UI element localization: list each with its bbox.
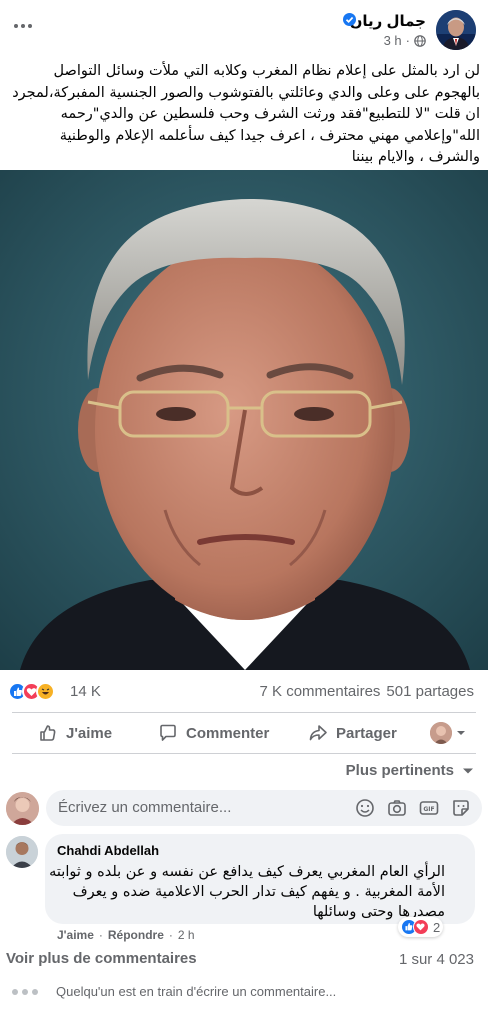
- shares-count[interactable]: 501 partages: [386, 683, 474, 700]
- comment-sort-dropdown[interactable]: Plus pertinents: [346, 762, 474, 779]
- post-text: لن ارد بالمثل على إعلام نظام المغرب وكلا…: [12, 63, 480, 165]
- divider: [12, 753, 476, 754]
- comment-bubble-icon: [160, 724, 176, 741]
- globe-icon: [414, 34, 426, 47]
- comment-as-selector[interactable]: [430, 722, 466, 744]
- author-avatar[interactable]: [436, 10, 476, 50]
- typing-indicator: Quelqu'un est en train d'écrire un comme…: [12, 984, 336, 999]
- comment-like-link[interactable]: J'aime: [57, 928, 94, 942]
- meta-separator: ·: [98, 928, 103, 942]
- comment-pager: 1 sur 4 023: [398, 951, 474, 968]
- gif-icon[interactable]: GIF: [418, 797, 440, 819]
- current-user-avatar: [430, 722, 452, 744]
- dot-icon: [28, 24, 32, 28]
- comment-button-label: Commenter: [186, 724, 270, 742]
- more-options-button[interactable]: [8, 14, 38, 38]
- post-photo[interactable]: [0, 170, 488, 670]
- view-more-comments-link[interactable]: Voir plus de commentaires: [6, 950, 197, 967]
- commenter-name[interactable]: Chahdi Abdellah: [57, 843, 159, 858]
- verified-badge-icon: [343, 13, 356, 26]
- comment-time[interactable]: 2 h: [178, 928, 195, 942]
- comment-reactions[interactable]: 2: [398, 917, 444, 937]
- love-reaction-icon: [413, 919, 429, 935]
- post-time[interactable]: 3 h: [384, 33, 402, 48]
- share-arrow-icon: [309, 725, 327, 741]
- svg-text:GIF: GIF: [423, 806, 434, 813]
- meta-separator: ·: [405, 33, 410, 48]
- comment-input-placeholder: Écrivez un commentaire...: [58, 799, 232, 816]
- emoji-icon[interactable]: [354, 797, 376, 819]
- comment-composer: Écrivez un commentaire... GIF: [6, 790, 482, 828]
- dot-icon: [21, 24, 25, 28]
- comment-reaction-count: 2: [433, 919, 441, 935]
- comment-text: الرأي العام المغربي يعرف كيف يدافع عن نف…: [49, 864, 445, 920]
- comment-share-counts: 7 K commentaires 501 partages: [260, 683, 474, 700]
- comment-meta: J'aime · Répondre · 2 h: [57, 928, 195, 942]
- thumb-up-icon: [40, 725, 56, 741]
- post-header: جمال ريان 3 h ·: [0, 0, 488, 56]
- comment-button[interactable]: Commenter: [158, 719, 269, 747]
- typing-text: Quelqu'un est en train d'écrire un comme…: [56, 984, 337, 999]
- reactions-bar: 14 K 7 K commentaires 501 partages: [0, 670, 488, 712]
- comments-count[interactable]: 7 K commentaires: [260, 683, 381, 700]
- typing-dots-icon: [12, 988, 38, 995]
- reaction-icons[interactable]: [8, 682, 55, 701]
- post-meta: 3 h ·: [384, 33, 426, 48]
- sticker-icon[interactable]: [450, 797, 472, 819]
- composer-tools: GIF: [354, 797, 472, 819]
- reaction-count[interactable]: 14 K: [70, 683, 101, 700]
- haha-reaction-icon: [36, 682, 55, 701]
- commenter-avatar[interactable]: [6, 836, 38, 868]
- comment-reply-link[interactable]: Répondre: [108, 928, 164, 942]
- caret-down-icon: [463, 768, 473, 773]
- like-button-label: J'aime: [66, 724, 113, 742]
- share-button[interactable]: Partager: [308, 719, 397, 747]
- author-name[interactable]: جمال ريان: [350, 12, 426, 30]
- comment-bubble: Chahdi Abdellah الرأي العام المغربي يعرف…: [45, 834, 475, 924]
- post-actions: J'aime Commenter Partager: [0, 713, 488, 753]
- dot-icon: [14, 24, 18, 28]
- caret-down-icon: [457, 731, 465, 735]
- meta-separator: ·: [168, 928, 173, 942]
- camera-icon[interactable]: [386, 797, 408, 819]
- share-button-label: Partager: [336, 724, 397, 742]
- like-button[interactable]: J'aime: [38, 719, 112, 747]
- comment-input[interactable]: Écrivez un commentaire... GIF: [46, 790, 482, 826]
- sort-label: Plus pertinents: [345, 762, 454, 779]
- current-user-avatar[interactable]: [6, 792, 39, 825]
